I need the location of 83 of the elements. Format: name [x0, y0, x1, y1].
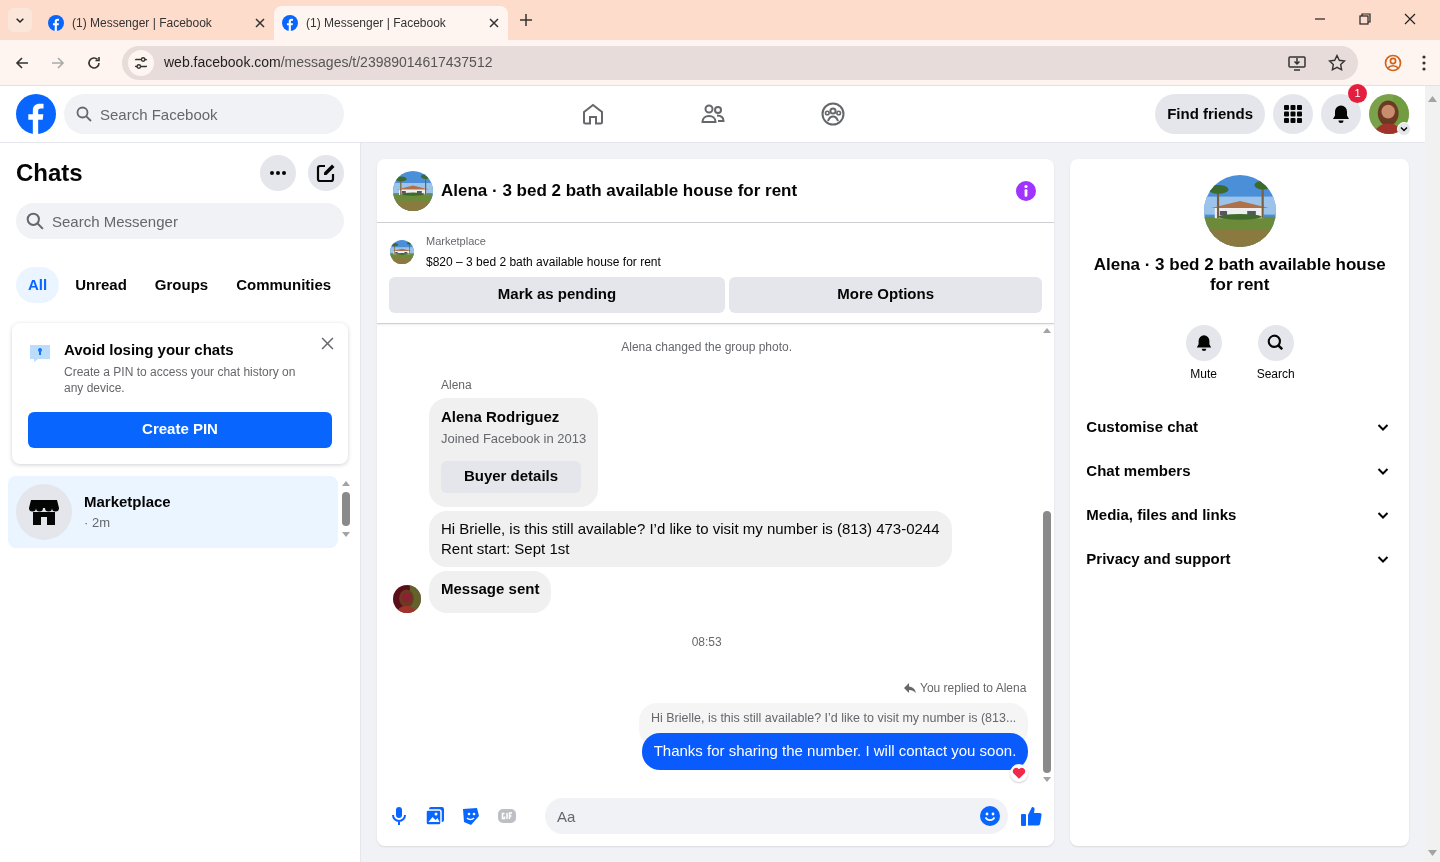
conversation-title: Alena · 3 bed 2 bath available house for rent [441, 179, 799, 202]
emoji-icon[interactable] [980, 806, 1001, 826]
back-icon[interactable] [14, 54, 30, 71]
action-label: Mute [1190, 366, 1217, 383]
buyer-details-button[interactable]: Buyer details [441, 460, 581, 493]
profile-icon[interactable] [1384, 53, 1402, 72]
system-message: Alena changed the group photo. [620, 338, 794, 356]
tab-title: (1) Messenger | Facebook [306, 15, 447, 32]
more-icon [270, 171, 286, 175]
search-icon[interactable] [1257, 325, 1294, 361]
action-label: Search [1256, 366, 1295, 383]
home-icon[interactable] [581, 102, 605, 126]
photo-icon[interactable] [425, 806, 445, 826]
message-bubble: Hi Brielle, is this still available? I’d like to visit my number is (813) 473-0244 Rent start: Sept 1st [429, 510, 952, 567]
create-pin-button[interactable]: Create PIN [28, 411, 332, 448]
browser-tab[interactable]: (1) Messenger | Facebook [40, 6, 274, 40]
menu-icon[interactable] [1422, 54, 1426, 71]
find-friends-button[interactable]: Find friends [1155, 94, 1265, 134]
filter-tab[interactable]: Unread [63, 267, 139, 303]
facebook-logo-icon [282, 15, 298, 31]
conversation-name: Marketplace [84, 491, 171, 512]
close-icon[interactable] [1404, 13, 1416, 25]
url-text: web.facebook.com/messages/t/23989014617437512 [164, 53, 494, 72]
friends-icon[interactable] [701, 102, 725, 126]
message-bubble: Message sent [429, 570, 552, 613]
new-tab-icon[interactable] [520, 14, 532, 26]
message-time: 08:53 [690, 633, 723, 651]
address-bar[interactable]: web.facebook.com/messages/t/23989014617437512 [122, 45, 1358, 80]
info-icon[interactable] [1016, 180, 1037, 201]
search-field[interactable]: Search Facebook [64, 94, 344, 134]
menu-button[interactable] [1273, 94, 1313, 134]
bell-icon [1331, 104, 1351, 124]
reload-icon[interactable] [86, 54, 102, 71]
more-button[interactable] [260, 155, 296, 191]
listing-action-button[interactable]: Mark as pending [389, 276, 725, 313]
close-icon[interactable] [254, 17, 266, 29]
message-input[interactable]: Aa [545, 798, 1009, 834]
filter-tab[interactable]: All [16, 267, 60, 303]
facebook-logo-icon[interactable] [16, 94, 56, 134]
tab-title: (1) Messenger | Facebook [72, 15, 213, 32]
message-bubble: Thanks for sharing the number. I will contact you soon. [641, 733, 1029, 770]
microphone-icon[interactable] [389, 806, 409, 826]
bell-icon[interactable] [1185, 325, 1222, 361]
profile-name: Alena Rodriguez [441, 406, 561, 427]
caret-icon [1400, 125, 1408, 133]
new-message-button[interactable] [308, 155, 344, 191]
like-icon[interactable] [1020, 805, 1043, 827]
prompt-title: Avoid losing your chats [64, 340, 235, 360]
tab-list-icon[interactable] [8, 8, 32, 32]
groups-icon[interactable] [821, 102, 845, 126]
account-menu-button[interactable] [1397, 122, 1411, 136]
close-icon[interactable] [488, 17, 500, 29]
reply-label: You replied to Alena [920, 679, 1027, 697]
profile-subtitle: Joined Facebook in 2013 [441, 430, 587, 448]
listing-label: Marketplace [426, 234, 487, 249]
chats-title: Chats [16, 158, 84, 188]
listing-action-button[interactable]: More Options [729, 276, 1043, 313]
search-field[interactable]: Search Messenger [16, 203, 344, 239]
listing-title: $820 – 3 bed 2 bath available house for rent [426, 253, 661, 271]
details-section[interactable]: Media, files and links [1078, 493, 1401, 537]
facebook-logo-icon [48, 15, 64, 31]
grid-icon [1283, 104, 1303, 124]
details-section[interactable]: Privacy and support [1078, 537, 1401, 581]
bookmark-star-icon[interactable] [1328, 53, 1346, 72]
filter-tab[interactable]: Groups [142, 267, 221, 303]
filter-tab[interactable]: Communities [224, 267, 344, 303]
reply-icon [904, 681, 916, 694]
conversation-item[interactable]: Marketplace · 2m [8, 475, 338, 548]
prompt-text: Create a PIN to access your chat history on any device. [64, 363, 297, 396]
details-title: Alena · 3 bed 2 bath available house for rent [1092, 255, 1387, 295]
search-icon [26, 212, 44, 230]
close-icon[interactable] [321, 337, 334, 350]
details-section[interactable]: Customise chat [1078, 405, 1401, 449]
site-settings-icon[interactable] [128, 49, 154, 76]
compose-icon [316, 163, 336, 183]
search-icon [76, 106, 92, 122]
details-section[interactable]: Chat members [1078, 449, 1401, 493]
sender-name: Alena [441, 376, 473, 394]
sticker-icon[interactable] [461, 806, 481, 826]
restore-icon[interactable] [1359, 13, 1371, 25]
conversation-time: · 2m [84, 514, 111, 532]
browser-tab[interactable]: (1) Messenger | Facebook [274, 6, 508, 40]
install-app-icon[interactable] [1288, 53, 1306, 72]
